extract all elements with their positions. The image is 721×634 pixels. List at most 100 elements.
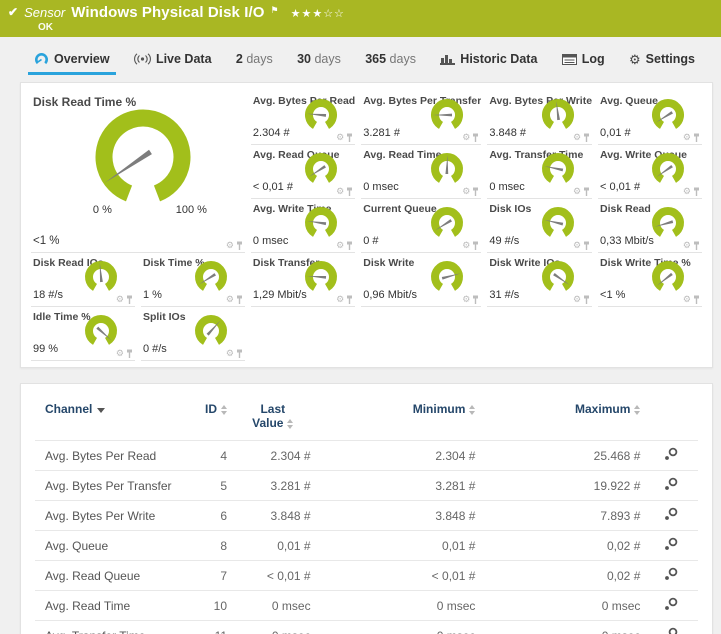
gauge-tile-avg-transfer-time[interactable]: Avg. Transfer Time0 msec⚙ — [487, 145, 592, 199]
channel-settings-gear-icon[interactable]: ⚙ — [226, 241, 234, 250]
cell-channel[interactable]: Avg. Queue — [35, 531, 186, 561]
priority-star-rating[interactable]: ★★★☆☆ — [291, 7, 345, 20]
channel-settings-gear-icon[interactable]: ⚙ — [116, 295, 124, 304]
channel-settings-gear-icon[interactable]: ⚙ — [462, 295, 470, 304]
gauge-tile-avg-queue[interactable]: Avg. Queue0,01 #⚙ — [598, 91, 702, 145]
pin-icon[interactable] — [583, 241, 590, 250]
pin-icon[interactable] — [693, 133, 700, 142]
pin-icon[interactable] — [346, 295, 353, 304]
cell-channel[interactable]: Avg. Transfer Time — [35, 621, 186, 634]
gauge-tile-disk-write[interactable]: Disk Write0,96 Mbit/s⚙ — [361, 253, 481, 307]
pin-icon[interactable] — [236, 349, 243, 358]
cell-channel[interactable]: Avg. Read Time — [35, 591, 186, 621]
gauge-tile-split-ios[interactable]: Split IOs0 #/s⚙ — [141, 307, 245, 361]
channel-table: ChannelIDLastValueMinimumMaximum Avg. By… — [35, 398, 698, 634]
cell-channel[interactable]: Avg. Bytes Per Read — [35, 441, 186, 471]
channel-settings-gear-icon[interactable]: ⚙ — [336, 133, 344, 142]
edit-channel-settings-icon[interactable] — [664, 537, 678, 551]
tab-live-data[interactable]: Live Data — [128, 50, 218, 75]
pin-icon[interactable] — [472, 295, 479, 304]
gauge-value: <1 % — [600, 289, 625, 301]
pin-icon[interactable] — [693, 187, 700, 196]
pin-icon[interactable] — [583, 295, 590, 304]
pin-icon[interactable] — [472, 133, 479, 142]
gauge-tile-current-queue[interactable]: Current Queue0 #⚙ — [361, 199, 481, 253]
gauge-tile-disk-read[interactable]: Disk Read0,33 Mbit/s⚙ — [598, 199, 702, 253]
column-header-maximum[interactable]: Maximum — [479, 398, 644, 441]
gauge-tile-idle-time-[interactable]: Idle Time %99 %⚙ — [31, 307, 135, 361]
pin-icon[interactable] — [236, 241, 243, 250]
tab-overview[interactable]: Overview — [28, 50, 116, 75]
cell-channel[interactable]: Avg. Bytes Per Transfer — [35, 471, 186, 501]
tab-log[interactable]: Log — [556, 50, 611, 75]
gauge-tile-avg-write-time[interactable]: Avg. Write Time0 msec⚙ — [251, 199, 355, 253]
pin-icon[interactable] — [346, 187, 353, 196]
gauge-tile-avg-bytes-per-transfer[interactable]: Avg. Bytes Per Transfer3.281 #⚙ — [361, 91, 481, 145]
pin-icon[interactable] — [472, 241, 479, 250]
gauge-tile-disk-ios[interactable]: Disk IOs49 #/s⚙ — [487, 199, 592, 253]
tab-settings[interactable]: ⚙Settings — [623, 50, 701, 75]
pin-icon[interactable] — [693, 295, 700, 304]
edit-channel-settings-icon[interactable] — [664, 507, 678, 521]
gauge-tile-disk-write-ios[interactable]: Disk Write IOs31 #/s⚙ — [487, 253, 592, 307]
gauge-tile-disk-read-ios[interactable]: Disk Read IOs18 #/s⚙ — [31, 253, 135, 307]
edit-channel-settings-icon[interactable] — [664, 477, 678, 491]
gauge-tile-disk-time-[interactable]: Disk Time %1 %⚙ — [141, 253, 245, 307]
tab-bar: Overview Live Data 2 days 30 days 365 days Hi… — [28, 50, 701, 75]
pin-icon[interactable] — [346, 241, 353, 250]
channel-settings-gear-icon[interactable]: ⚙ — [336, 241, 344, 250]
cell-channel[interactable]: Avg. Read Queue — [35, 561, 186, 591]
gauge-value: 2.304 # — [253, 127, 290, 139]
channel-settings-gear-icon[interactable]: ⚙ — [336, 295, 344, 304]
channel-settings-gear-icon[interactable]: ⚙ — [462, 133, 470, 142]
gauge-tile-avg-read-queue[interactable]: Avg. Read Queue< 0,01 #⚙ — [251, 145, 355, 199]
column-header-channel[interactable]: Channel — [35, 398, 186, 441]
column-header-last-value[interactable]: LastValue — [231, 398, 315, 441]
edit-channel-settings-icon[interactable] — [664, 447, 678, 461]
gauge-tile-avg-bytes-per-write[interactable]: Avg. Bytes Per Write3.848 #⚙ — [487, 91, 592, 145]
pin-icon[interactable] — [236, 295, 243, 304]
column-header-minimum[interactable]: Minimum — [315, 398, 480, 441]
channel-settings-gear-icon[interactable]: ⚙ — [573, 133, 581, 142]
tab-365-days[interactable]: 365 days — [359, 50, 422, 75]
tab-2-days[interactable]: 2 days — [230, 50, 279, 75]
gauge-tile-disk-transfer[interactable]: Disk Transfer1,29 Mbit/s⚙ — [251, 253, 355, 307]
gauge-tile-avg-read-time[interactable]: Avg. Read Time0 msec⚙ — [361, 145, 481, 199]
channel-settings-gear-icon[interactable]: ⚙ — [683, 295, 691, 304]
gauge-tile-avg-write-queue[interactable]: Avg. Write Queue< 0,01 #⚙ — [598, 145, 702, 199]
edit-channel-settings-icon[interactable] — [664, 597, 678, 611]
sort-arrows-icon — [634, 405, 640, 415]
channel-settings-gear-icon[interactable]: ⚙ — [683, 133, 691, 142]
gauge-tile-disk-read-time[interactable]: Disk Read Time % 0 % 100 % <1 % ⚙ — [31, 91, 245, 253]
channel-settings-gear-icon[interactable]: ⚙ — [462, 241, 470, 250]
gauge-tile-disk-write-time-[interactable]: Disk Write Time %<1 %⚙ — [598, 253, 702, 307]
table-row: Avg. Queue80,01 #0,01 #0,02 # — [35, 531, 698, 561]
gauge-tile-avg-bytes-per-read[interactable]: Avg. Bytes Per Read2.304 #⚙ — [251, 91, 355, 145]
pin-icon[interactable] — [693, 241, 700, 250]
channel-settings-gear-icon[interactable]: ⚙ — [683, 187, 691, 196]
cell-id: 7 — [186, 561, 231, 591]
gauge-value: <1 % — [33, 235, 60, 247]
pin-icon[interactable] — [126, 295, 133, 304]
channel-settings-gear-icon[interactable]: ⚙ — [226, 349, 234, 358]
tab-30-days[interactable]: 30 days — [291, 50, 347, 75]
pin-icon[interactable] — [472, 187, 479, 196]
channel-settings-gear-icon[interactable]: ⚙ — [336, 187, 344, 196]
pin-icon[interactable] — [126, 349, 133, 358]
pin-icon[interactable] — [583, 187, 590, 196]
channel-settings-gear-icon[interactable]: ⚙ — [683, 241, 691, 250]
channel-settings-gear-icon[interactable]: ⚙ — [573, 295, 581, 304]
pin-icon[interactable] — [346, 133, 353, 142]
tab-historic-data[interactable]: Historic Data — [434, 50, 543, 75]
channel-settings-gear-icon[interactable]: ⚙ — [226, 295, 234, 304]
column-header-id[interactable]: ID — [186, 398, 231, 441]
edit-channel-settings-icon[interactable] — [664, 627, 678, 634]
edit-channel-settings-icon[interactable] — [664, 567, 678, 581]
channel-settings-gear-icon[interactable]: ⚙ — [573, 187, 581, 196]
channel-settings-gear-icon[interactable]: ⚙ — [462, 187, 470, 196]
channel-settings-gear-icon[interactable]: ⚙ — [573, 241, 581, 250]
gauge-value: 18 #/s — [33, 289, 63, 301]
cell-channel[interactable]: Avg. Bytes Per Write — [35, 501, 186, 531]
channel-settings-gear-icon[interactable]: ⚙ — [116, 349, 124, 358]
pin-icon[interactable] — [583, 133, 590, 142]
